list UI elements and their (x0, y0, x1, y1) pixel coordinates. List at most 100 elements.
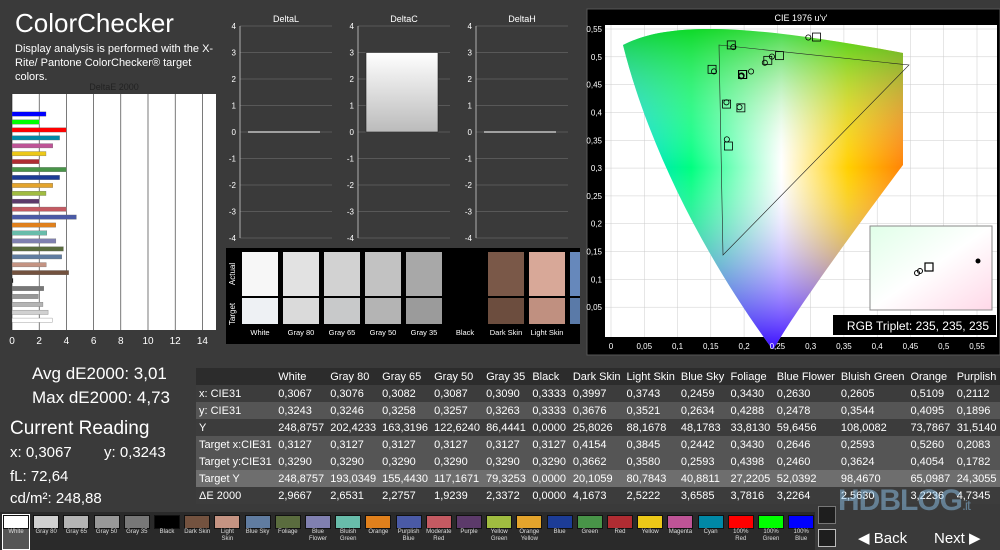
swatch-button[interactable]: Black (154, 515, 180, 549)
back-button[interactable]: ◀ Back (858, 529, 907, 547)
swatch-button[interactable]: 100% Red (727, 515, 754, 549)
swatch-button[interactable]: Blue Flower (305, 515, 331, 549)
compare-label: Gray 80 (288, 328, 315, 337)
swatch-button[interactable]: Orange (365, 515, 392, 549)
cie-y-tick: 0,4 (591, 108, 603, 117)
compare-item: Black (447, 252, 483, 337)
column-header: Gray 80 (327, 368, 380, 385)
swatch-chip (63, 515, 90, 529)
swatch-chip (214, 515, 241, 529)
deltae-bar (11, 254, 62, 260)
cie-y-tick: 0,1 (591, 275, 603, 284)
swatch-button[interactable]: Gray 80 (33, 515, 60, 549)
table-cell: 80,7843 (623, 470, 678, 487)
swatch-chip (486, 515, 513, 529)
stop-button[interactable] (818, 506, 836, 524)
table-cell: 0,3333 (529, 385, 570, 402)
table-cell: 0,3430 (727, 436, 774, 453)
table-cell: 0,3676 (569, 402, 624, 419)
swatch-label: Bluish Green (339, 529, 357, 542)
swatch-button[interactable]: White (2, 514, 30, 550)
deltae-tick: 0 (9, 336, 15, 347)
swatch-button[interactable]: Bluish Green (335, 515, 362, 549)
table-cell: 0,3127 (431, 436, 484, 453)
compare-item: Gray 50 (365, 252, 401, 337)
swatch-label: Blue (553, 529, 566, 535)
deltae-bar (11, 302, 44, 307)
table-row: Y 248,8757 202,4233 163,3196 122,6240 86,4441… (196, 419, 1000, 436)
delta-tick: -3 (465, 208, 473, 217)
swatch-button[interactable]: Magenta (667, 515, 694, 549)
swatch-button[interactable]: Orange Yellow (516, 515, 543, 549)
table-header: White Gray 80 Gray 65 Gray 50 Gray 35 Black Da… (196, 368, 1000, 385)
column-header: Light Skin (623, 368, 678, 385)
table-cell: 0,1896 (953, 402, 1000, 419)
table-cell: 122,6240 (431, 419, 484, 436)
table-cell: 0,3258 (379, 402, 432, 419)
swatch-chip (395, 515, 422, 529)
cie-x-tick: 0,2 (739, 342, 751, 351)
swatch-button[interactable]: Purple (456, 515, 482, 549)
stop-square-button[interactable] (818, 529, 836, 547)
reading-luminance: cd/m²: 248,88 (10, 490, 102, 507)
table-cell: 86,4441 (483, 419, 530, 436)
swatch-button[interactable]: Green (576, 515, 603, 549)
target-swatch (488, 298, 524, 324)
table-cell: 0,3430 (727, 385, 774, 402)
table-cell: 59,6456 (773, 419, 838, 436)
swatch-chip (546, 515, 573, 529)
swatch-button[interactable]: 100% Green (758, 515, 784, 549)
table-cell: 0,2112 (953, 385, 1000, 402)
swatch-button[interactable]: Blue Sky (244, 515, 271, 549)
table-cell: 0,2605 (837, 385, 908, 402)
table-cell: 0,2442 (677, 436, 728, 453)
swatch-button[interactable]: Light Skin (214, 515, 241, 549)
table-cell: 0,3290 (379, 453, 432, 470)
table-cell: 163,3196 (379, 419, 432, 436)
swatch-button[interactable]: Dark Skin (184, 515, 210, 549)
swatch-button[interactable]: Blue (546, 515, 573, 549)
table-cell: 0,2593 (837, 436, 908, 453)
delta-tick: -2 (347, 181, 355, 190)
swatch-button[interactable]: Purplish Blue (395, 515, 422, 549)
table-cell: 0,0000 (529, 419, 570, 436)
deltae-tick-labels: 0 2 4 6 8 10 12 14 (9, 336, 208, 347)
delta-tick: 2 (468, 75, 473, 84)
table-cell: 0,3580 (623, 453, 678, 470)
swatch-button[interactable]: Moderate Red (425, 515, 452, 549)
compare-label: Gray 65 (329, 328, 356, 337)
delta-tick: -2 (465, 181, 473, 190)
table-cell: 108,0082 (837, 419, 908, 436)
swatch-label: Yellow (641, 529, 659, 535)
swatch-button[interactable]: Yellow Green (486, 515, 513, 549)
row-label: Target Y (196, 470, 276, 487)
next-button[interactable]: Next ▶ (934, 529, 981, 547)
table-cell: 2,5222 (623, 487, 678, 504)
cie-y-tick: 0,45 (586, 81, 602, 90)
swatch-chip (637, 515, 664, 529)
deltae-bar (11, 191, 47, 196)
swatch-button[interactable]: Gray 65 (63, 515, 90, 549)
swatch-button[interactable]: Yellow (637, 515, 664, 549)
actual-label: Actual (228, 263, 237, 285)
swatch-chip (244, 515, 271, 529)
swatch-chip (607, 515, 633, 529)
swatch-button[interactable]: Gray 50 (93, 515, 120, 549)
cie-x-tick: 0,1 (672, 342, 684, 351)
swatch-button[interactable]: Foliage (274, 515, 301, 549)
delta-tick: 0 (350, 128, 355, 137)
actual-swatch (570, 252, 606, 296)
delta-tick: 3 (350, 49, 355, 58)
swatch-button[interactable]: Cyan (697, 515, 724, 549)
delta-tick: 2 (232, 75, 237, 84)
delta-tick: -4 (465, 234, 473, 243)
swatch-button[interactable]: Red (607, 515, 633, 549)
table-cell: 0,3082 (379, 385, 432, 402)
swatch-button[interactable]: 100% Blue (788, 515, 815, 549)
swatch-button[interactable]: Gray 35 (123, 515, 150, 549)
deltae-bar (11, 127, 67, 133)
actual-swatch (406, 252, 442, 296)
swatch-label: 100% Blue (793, 529, 809, 542)
cie-y-tick: 0,55 (586, 25, 602, 34)
table-cell: 3,6585 (677, 487, 728, 504)
